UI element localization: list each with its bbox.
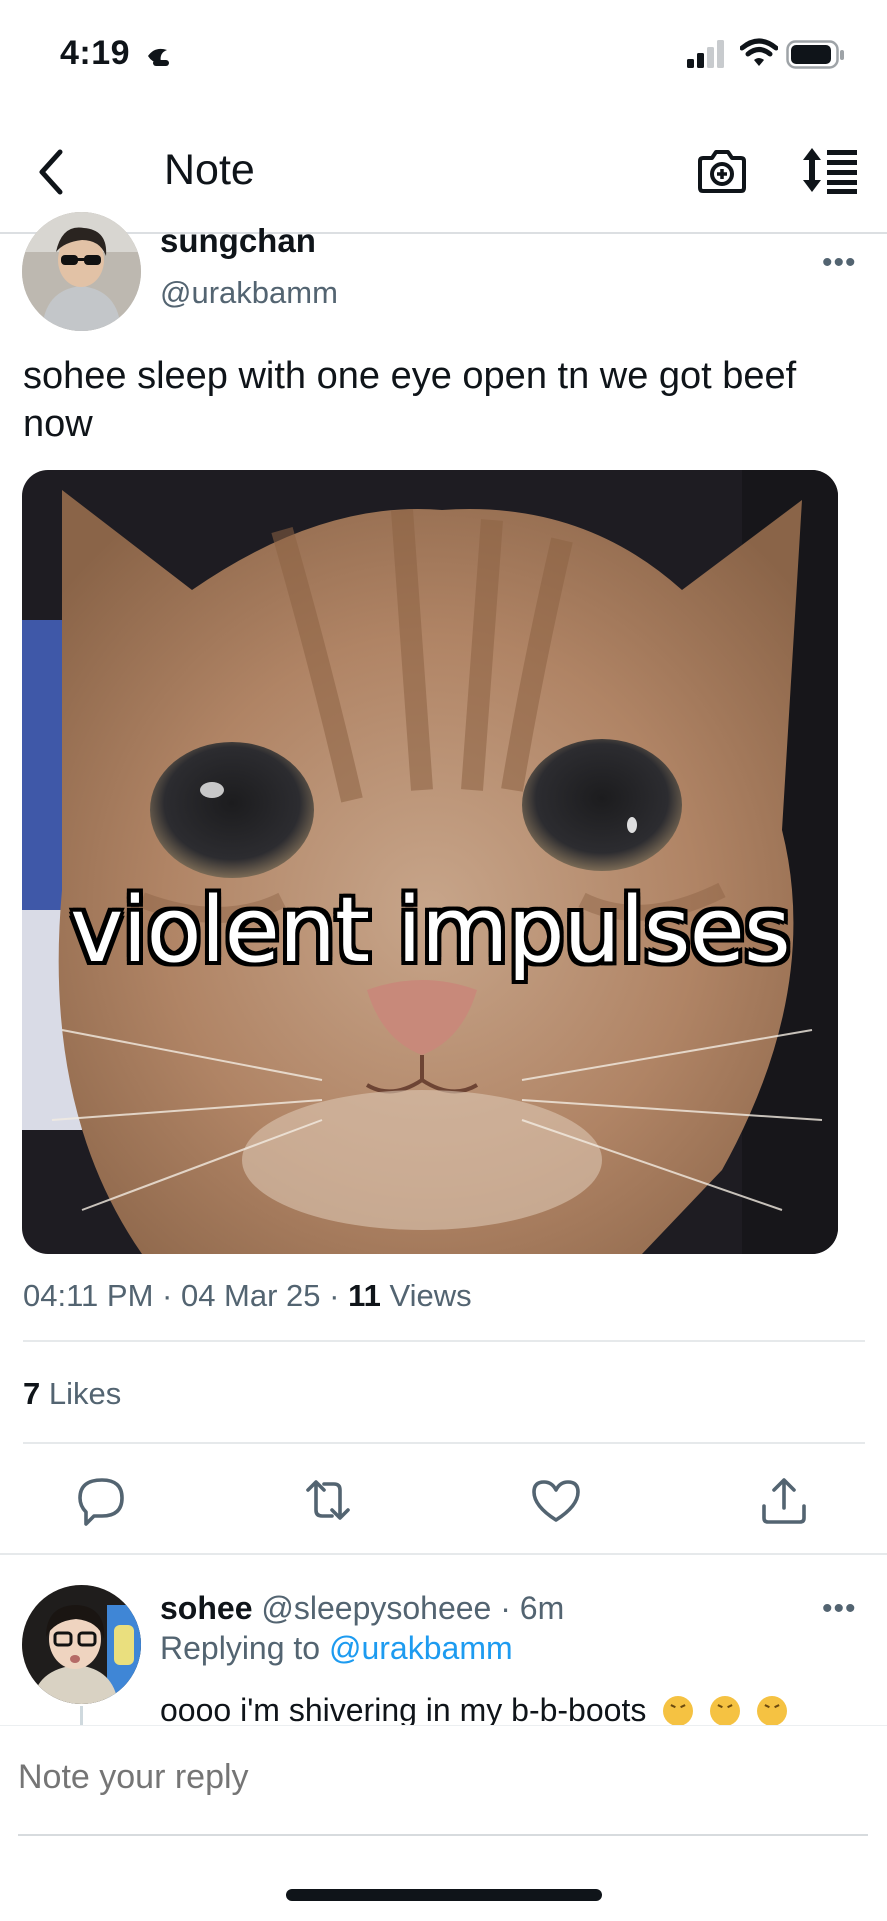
header-divider	[0, 232, 887, 234]
confounded-face-emoji-icon	[710, 1696, 741, 1726]
page-title: Note	[164, 146, 255, 194]
author-avatar[interactable]	[22, 212, 141, 331]
reply-input[interactable]	[18, 1758, 868, 1797]
note-media[interactable]: violent impulses	[22, 470, 838, 1254]
views-label: Views	[389, 1278, 472, 1313]
reply-text: oooo i'm shivering in my b-b-boots	[160, 1692, 647, 1728]
likes-count: 7	[23, 1376, 41, 1411]
note-date: 04 Mar 25	[180, 1278, 321, 1313]
confounded-face-emoji-icon	[663, 1696, 694, 1726]
reply-author-handle[interactable]: @sleepysoheee	[261, 1590, 491, 1626]
author-handle[interactable]: @urakbamm	[160, 275, 338, 311]
reply-text-row: oooo i'm shivering in my b-b-boots	[160, 1692, 787, 1729]
author-avatar-image	[22, 212, 141, 331]
home-indicator[interactable]	[286, 1889, 602, 1901]
confounded-face-emoji-icon	[757, 1696, 787, 1726]
composer-underline	[18, 1834, 868, 1836]
meta-separator: ·	[162, 1278, 181, 1313]
thread-line	[80, 1706, 83, 1726]
like-heart-icon[interactable]	[528, 1472, 584, 1528]
share-icon[interactable]	[756, 1472, 812, 1528]
replying-handle-link[interactable]: @urakbamm	[329, 1630, 513, 1666]
moon-icon	[148, 48, 169, 66]
note-meta: 04:11 PM · 04 Mar 25 · 11 Views	[23, 1278, 472, 1314]
camera-add-icon[interactable]	[697, 146, 747, 196]
media-caption: violent impulses	[70, 878, 791, 983]
likes-link[interactable]: 7 Likes	[23, 1376, 121, 1412]
reply-header: sohee @sleepysoheee · 6m	[160, 1590, 564, 1627]
status-time: 4:19	[60, 34, 131, 72]
divider	[0, 1553, 887, 1555]
battery-icon	[786, 40, 844, 69]
more-options-icon[interactable]: •••	[822, 246, 857, 280]
reply-author-avatar[interactable]	[22, 1585, 141, 1704]
renote-icon[interactable]	[300, 1472, 356, 1528]
cat-photo	[22, 470, 838, 1254]
back-button[interactable]	[30, 146, 74, 198]
sort-order-icon[interactable]	[800, 146, 860, 194]
reply-more-options-icon[interactable]: •••	[822, 1592, 857, 1626]
divider	[23, 1442, 865, 1444]
reply-icon[interactable]	[74, 1472, 130, 1528]
note-text: sohee sleep with one eye open tn we got …	[23, 355, 797, 445]
cellular-signal-icon	[687, 40, 724, 68]
reply-author-name[interactable]: sohee	[160, 1590, 252, 1626]
likes-label: Likes	[48, 1376, 122, 1411]
wifi-icon	[740, 38, 778, 66]
replying-prefix: Replying to	[160, 1630, 321, 1666]
divider	[23, 1340, 865, 1342]
note-time: 04:11 PM	[23, 1278, 154, 1313]
meta-separator: ·	[329, 1278, 349, 1313]
author-name[interactable]: sungchan	[160, 222, 316, 260]
views-count: 11	[348, 1278, 381, 1313]
reply-avatar-image	[22, 1585, 141, 1704]
reply-age: · 6m	[500, 1590, 565, 1626]
replying-to: Replying to @urakbamm	[160, 1630, 513, 1667]
